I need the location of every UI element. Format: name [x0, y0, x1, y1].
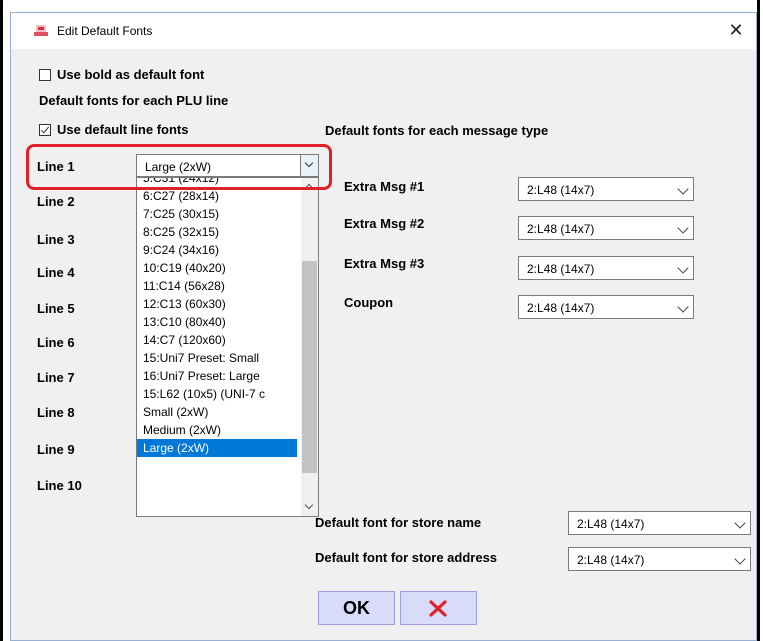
chevron-down-icon: [734, 553, 746, 565]
plu-heading: Default fonts for each PLU line: [39, 93, 229, 108]
select-value: 2:L48 (14x7): [527, 222, 595, 236]
extra-msg-3-font-select[interactable]: 2:L48 (14x7): [518, 256, 694, 280]
app-icon: [34, 25, 48, 36]
dropdown-item[interactable]: 12:C13 (60x30): [137, 295, 297, 313]
chevron-down-icon: [677, 301, 689, 313]
store-address-font-select[interactable]: 2:L48 (14x7): [568, 547, 751, 571]
line-label: Line 5: [37, 301, 75, 316]
dropdown-item[interactable]: 11:C14 (56x28): [137, 277, 297, 295]
dropdown-item[interactable]: 13:C10 (80x40): [137, 313, 297, 331]
default-line-fonts-label: Use default line fonts: [57, 122, 189, 137]
line-label: Line 4: [37, 265, 75, 280]
close-button[interactable]: ✕: [716, 13, 756, 49]
message-label: Extra Msg #1: [344, 179, 425, 194]
dropdown-item[interactable]: 15:Uni7 Preset: Small: [137, 349, 297, 367]
line-label: Line 6: [37, 335, 75, 350]
scroll-thumb[interactable]: [302, 261, 317, 473]
bold-default-label: Use bold as default font: [57, 67, 205, 82]
line-label: Line 10: [37, 478, 82, 493]
store-name-label: Default font for store name: [315, 515, 482, 530]
chevron-down-icon: [677, 222, 689, 234]
line-label: Line 7: [37, 370, 75, 385]
select-value: 2:L48 (14x7): [527, 301, 595, 315]
bold-default-checkbox[interactable]: [39, 69, 51, 81]
dropdown-item[interactable]: Small (2xW): [137, 403, 297, 421]
dropdown-item[interactable]: 9:C24 (34x16): [137, 241, 297, 259]
dropdown-item[interactable]: 8:C25 (32x15): [137, 223, 297, 241]
frame-border-left: [0, 0, 3, 641]
chevron-down-icon: [734, 517, 746, 529]
message-label: Extra Msg #3: [344, 256, 425, 271]
line-label: Line 2: [37, 194, 75, 209]
dropdown-item[interactable]: 10:C19 (40x20): [137, 259, 297, 277]
store-name-font-select[interactable]: 2:L48 (14x7): [568, 511, 751, 535]
extra-msg-2-font-select[interactable]: 2:L48 (14x7): [518, 216, 694, 240]
line-label: Line 8: [37, 405, 75, 420]
message-label: Coupon: [344, 295, 394, 310]
dropdown-item[interactable]: 14:C7 (120x60): [137, 331, 297, 349]
dropdown-item[interactable]: 15:L62 (10x5) (UNI-7 c: [137, 385, 297, 403]
title-bar: Edit Default Fonts ✕: [11, 13, 756, 49]
frame-border-right: [757, 0, 760, 641]
scroll-down-icon[interactable]: [301, 499, 318, 516]
messages-heading: Default fonts for each message type: [325, 123, 549, 138]
line-label: Line 9: [37, 442, 75, 457]
highlight-box: [26, 144, 332, 190]
select-value: 2:L48 (14x7): [577, 517, 645, 531]
message-label: Extra Msg #2: [344, 216, 425, 231]
default-line-fonts-checkbox[interactable]: [39, 124, 51, 136]
select-value: 2:L48 (14x7): [577, 553, 645, 567]
chevron-down-icon: [677, 262, 689, 274]
store-address-label: Default font for store address: [315, 550, 498, 565]
dropdown-item[interactable]: 16:Uni7 Preset: Large: [137, 367, 297, 385]
coupon-font-select[interactable]: 2:L48 (14x7): [518, 295, 694, 319]
ok-button[interactable]: OK: [318, 591, 395, 625]
dropdown-scrollbar[interactable]: [301, 178, 318, 516]
extra-msg-1-font-select[interactable]: 2:L48 (14x7): [518, 177, 694, 201]
font-dropdown-list[interactable]: 5:C31 (24x12) 6:C27 (28x14) 7:C25 (30x15…: [136, 177, 319, 517]
chevron-down-icon: [677, 183, 689, 195]
x-icon: [429, 600, 447, 617]
window-title: Edit Default Fonts: [57, 24, 153, 38]
cancel-button[interactable]: [400, 591, 477, 625]
dialog-window: Edit Default Fonts ✕ Use bold as default…: [10, 12, 757, 641]
ok-label: OK: [343, 598, 370, 618]
dropdown-item-selected[interactable]: Large (2xW): [137, 439, 297, 457]
dropdown-item[interactable]: Medium (2xW): [137, 421, 297, 439]
select-value: 2:L48 (14x7): [527, 183, 595, 197]
dropdown-item[interactable]: 7:C25 (30x15): [137, 205, 297, 223]
line-label: Line 3: [37, 232, 75, 247]
select-value: 2:L48 (14x7): [527, 262, 595, 276]
